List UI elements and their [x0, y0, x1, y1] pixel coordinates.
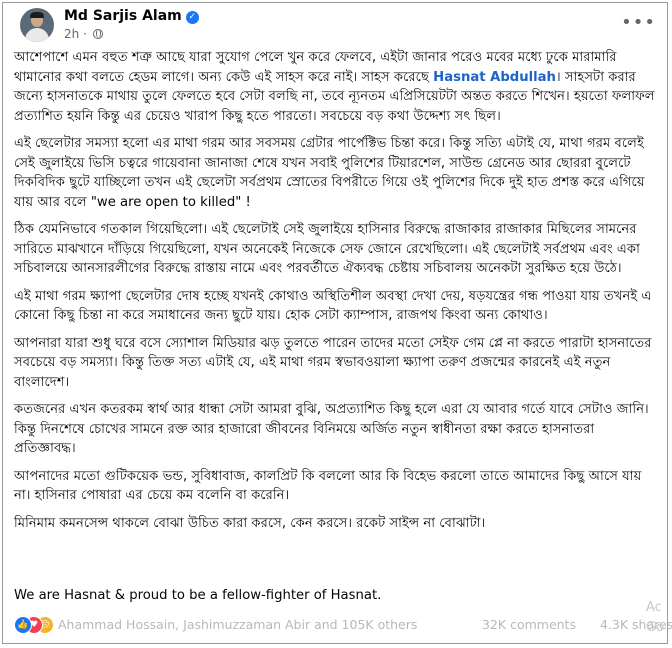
globe-icon — [92, 29, 103, 39]
post-paragraph: কতজনের এখন কতরকম স্বার্থ আর ধান্ধা সেটা … — [14, 402, 649, 456]
post-paragraph: এই মাথা গরম ক্ষ্যাপা ছেলেটার দোষ হচ্ছে য… — [14, 288, 652, 324]
post-paragraph: এই ছেলেটার সমস্যা হলো এর মাথা গরম আর সবস… — [14, 136, 645, 210]
post-paragraph: আপনাদের মতো গুটিকয়েক ভন্ড, সুবিধাবাজ, ক… — [14, 468, 642, 504]
verified-badge-icon: ✓ — [185, 11, 199, 24]
author-name[interactable]: Md Sarjis Alam ✓ — [64, 8, 199, 24]
post-body: আশেপাশে এমন বহুত শত্রু আছে যারা সুযোগ পে… — [14, 48, 656, 541]
post-paragraph: মিনিমাম কমনসেন্স থাকলে বোঝা উচিত কারা কর… — [14, 515, 486, 531]
more-options-icon[interactable]: ••• — [621, 12, 656, 33]
post-meta: 2h · — [64, 27, 103, 41]
mention-link[interactable]: Hasnat Abdullah — [433, 70, 556, 85]
engagement-bar: 👍 ♥ ☹ Ahammad Hossain, Jashimuzzaman Abi… — [14, 616, 672, 636]
comments-count[interactable]: 32K comments — [482, 617, 576, 632]
post-paragraph: আশেপাশে এমন বহুত শত্রু আছে যারা সুযোগ পে… — [14, 50, 655, 124]
reactors-summary[interactable]: Ahammad Hossain, Jashimuzzaman Abir and … — [58, 617, 417, 632]
like-reaction-icon[interactable]: 👍 — [14, 616, 32, 634]
avatar[interactable] — [20, 8, 54, 42]
closing-line: We are Hasnat & proud to be a fellow-fig… — [14, 588, 382, 603]
post-paragraph: ঠিক যেমনিভাবে গতকাল গিয়েছিলো। এই ছেলেটা… — [14, 222, 640, 276]
post-timestamp[interactable]: 2h — [64, 27, 79, 41]
activation-watermark: Ac Go — [646, 600, 665, 635]
post-paragraph: আপনারা যারা শুধু ঘরে বসে স্যোশাল মিডিয়া… — [14, 335, 652, 390]
post-header: Md Sarjis Alam ✓ 2h · ••• — [10, 8, 660, 42]
